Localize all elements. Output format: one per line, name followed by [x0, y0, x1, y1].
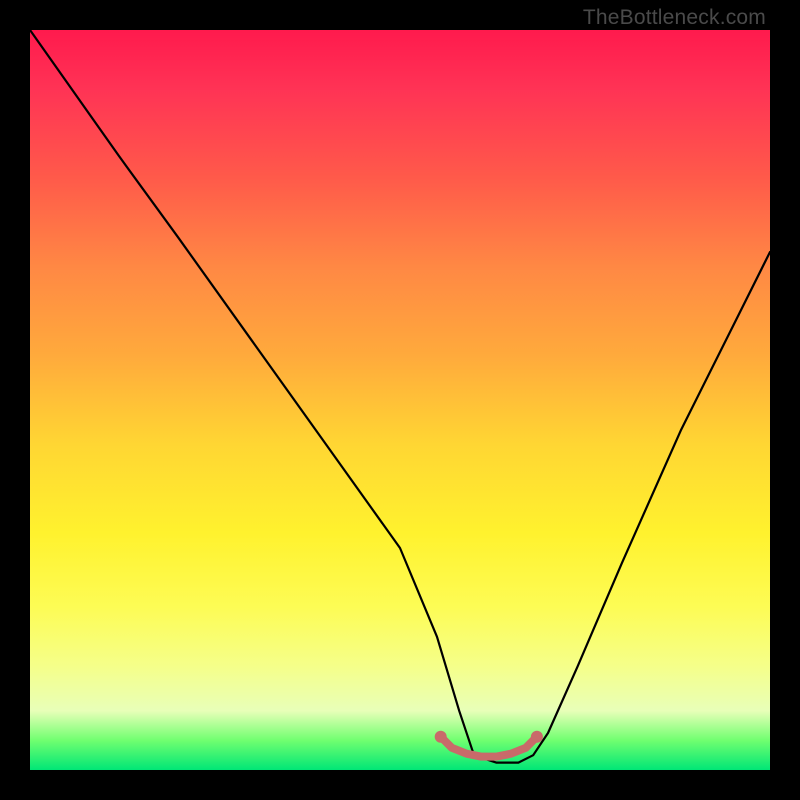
- marker-endpoint: [531, 731, 543, 743]
- chart-plot-area: [30, 30, 770, 770]
- watermark-label: TheBottleneck.com: [583, 6, 766, 30]
- series-group: [30, 30, 770, 763]
- marker-endpoint: [435, 731, 447, 743]
- chart-svg: [30, 30, 770, 770]
- series-optimal-zone-marker: [441, 737, 537, 757]
- series-bottleneck-curve: [30, 30, 770, 763]
